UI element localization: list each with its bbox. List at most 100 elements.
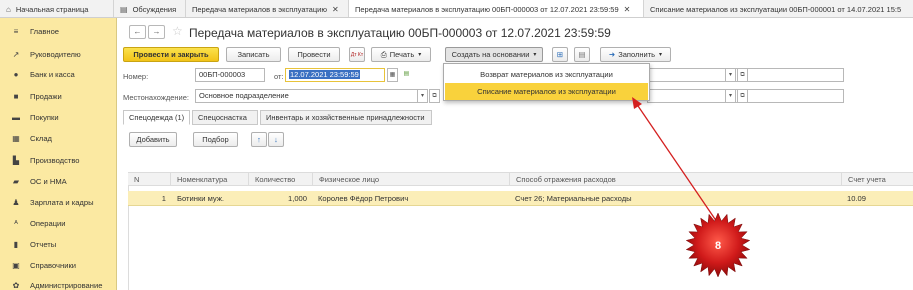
sidebar-item-label: Покупки — [30, 112, 59, 122]
create-based-on-button[interactable]: Создать на основании ▾ — [445, 47, 543, 62]
fill-icon: ➜ — [608, 50, 616, 59]
location-open-button[interactable]: ⧉ — [429, 89, 440, 103]
tab-write-off-document[interactable]: Списание материалов из эксплуатации 00БП… — [644, 0, 913, 17]
column-header-method[interactable]: Способ отражения расходов — [509, 173, 841, 186]
menu-item-return-materials[interactable]: Возврат материалов из эксплуатации — [445, 66, 648, 83]
bag-icon: ■ — [13, 91, 19, 101]
sidebar-item-label: Администрирование — [30, 280, 103, 290]
date-extra-button[interactable]: ▤ — [401, 68, 412, 82]
column-header-account[interactable]: Счет учета — [841, 173, 913, 186]
print-label: Печать — [389, 50, 415, 59]
sidebar-item-label: Руководителю — [30, 49, 81, 59]
create-based-on-label: Создать на основании — [451, 50, 530, 59]
tab-special-equipment[interactable]: Спецоснастка — [192, 110, 258, 125]
documents-button[interactable]: ▤ — [574, 47, 590, 62]
location-dropdown-button[interactable]: ▾ — [417, 89, 428, 103]
tab-label: Передача материалов в эксплуатацию — [192, 4, 327, 14]
calendar-button[interactable]: ▦ — [387, 68, 398, 82]
responsible-open-button[interactable]: ⧉ — [737, 89, 748, 103]
close-icon[interactable]: ✕ — [624, 5, 631, 14]
sidebar-item-label: Зарплата и кадры — [30, 197, 94, 207]
fill-button[interactable]: ➜ Заполнить ▾ — [600, 47, 671, 62]
column-header-qty[interactable]: Количество — [248, 173, 312, 186]
post-button[interactable]: Провести — [288, 47, 340, 62]
truck-icon: ▰ — [12, 176, 20, 186]
cell-n: 1 — [161, 194, 166, 203]
sidebar-item-purchases[interactable]: ▬ Покупки — [0, 109, 117, 125]
sidebar-item-main[interactable]: ≡ Главное — [0, 23, 117, 39]
sidebar-item-production[interactable]: ▙ Производство — [0, 152, 117, 168]
tab-home[interactable]: ⌂ Начальная страница — [0, 0, 114, 17]
sidebar-item-reports[interactable]: ▮ Отчеты — [0, 236, 117, 252]
column-header-n[interactable]: N — [128, 173, 170, 186]
book-icon: ▣ — [12, 260, 20, 270]
coin-icon: ● — [13, 69, 19, 79]
tab-label: Обсуждения — [132, 4, 177, 14]
table-body — [128, 172, 913, 290]
cart-icon: ▬ — [12, 112, 20, 122]
favorite-star-icon[interactable]: ☆ — [172, 24, 183, 38]
dt-kt-icon: Дт Кт — [350, 51, 364, 58]
sidebar-item-label: Операции — [30, 218, 66, 228]
sidebar-item-bank[interactable]: ● Банк и касса — [0, 66, 117, 82]
add-row-button[interactable]: Добавить — [129, 132, 177, 147]
tab-transfer-list[interactable]: Передача материалов в эксплуатацию ✕ — [186, 0, 349, 17]
number-field[interactable]: 00БП-000003 — [195, 68, 265, 82]
open-link-icon: ⧉ — [740, 72, 745, 78]
tab-transfer-document[interactable]: Передача материалов в эксплуатацию 00БП-… — [349, 0, 644, 17]
cell-account: 10.09 — [847, 194, 867, 203]
column-header-person[interactable]: Физическое лицо — [312, 173, 509, 186]
move-up-button[interactable]: ↑ — [251, 132, 267, 147]
sidebar-item-label: Банк и касса — [30, 69, 75, 79]
location-field[interactable]: Основное подразделение — [195, 89, 425, 103]
sidebar-item-admin[interactable]: ✿ Администрирование — [0, 277, 117, 290]
table-row[interactable]: 1 Ботинки муж. 1,000 Королев Фёдор Петро… — [128, 191, 913, 206]
number-label: Номер: — [123, 72, 149, 81]
green-table-icon: ▤ — [403, 71, 410, 77]
move-down-button[interactable]: ↓ — [268, 132, 284, 147]
pick-button[interactable]: Подбор — [193, 132, 238, 147]
print-button[interactable]: ⎙ Печать ▾ — [371, 47, 431, 62]
tab-label: Начальная страница — [15, 4, 89, 14]
tab-inventory[interactable]: Инвентарь и хозяйственные принадлежности — [260, 110, 432, 125]
factory-icon: ▙ — [12, 155, 20, 165]
responsible-dropdown-button[interactable]: ▾ — [725, 89, 736, 103]
date-field[interactable]: 12.07.2021 23:59:59 — [285, 68, 385, 82]
menu-item-write-off-materials[interactable]: Списание материалов из эксплуатации — [445, 83, 648, 100]
column-header-item[interactable]: Номенклатура — [170, 173, 248, 186]
sidebar-item-assets[interactable]: ▰ ОС и НМА — [0, 173, 117, 189]
organization-open-button[interactable]: ⧉ — [737, 68, 748, 82]
sidebar-item-label: Производство — [30, 155, 80, 165]
forward-button[interactable]: → — [148, 25, 165, 39]
sidebar-item-operations[interactable]: ᴬ Операции — [0, 215, 117, 231]
sidebar-item-catalogs[interactable]: ▣ Справочники — [0, 257, 117, 273]
chevron-down-icon: ▾ — [728, 72, 732, 78]
chevron-down-icon: ▾ — [728, 93, 732, 99]
sidebar-item-warehouse[interactable]: ▦ Склад — [0, 130, 117, 146]
close-icon[interactable]: ✕ — [332, 5, 339, 14]
chevron-down-icon: ▾ — [533, 52, 537, 58]
menu-lines-icon: ≡ — [13, 26, 19, 36]
post-and-close-button[interactable]: Провести и закрыть — [123, 47, 219, 62]
printer-icon: ⎙ — [380, 49, 387, 59]
chevron-down-icon: ▾ — [418, 52, 422, 58]
sidebar-item-label: Справочники — [30, 260, 77, 270]
back-button[interactable]: ← — [129, 25, 146, 39]
sidebar-item-label: ОС и НМА — [30, 176, 67, 186]
organization-dropdown-button[interactable]: ▾ — [725, 68, 736, 82]
dt-kt-button[interactable]: Дт Кт — [349, 47, 365, 62]
create-based-on-menu: Возврат материалов из эксплуатации Списа… — [443, 63, 650, 101]
tab-workwear[interactable]: Спецодежда (1) — [123, 110, 190, 125]
location-label: Местонахождение: — [123, 93, 189, 102]
structure-button[interactable]: ⊞ — [552, 47, 568, 62]
document-form: ← → ☆ Передача материалов в эксплуатацию… — [117, 18, 913, 290]
tab-discussions[interactable]: ▤ Обсуждения — [114, 0, 186, 17]
sidebar-item-manager[interactable]: ↗ Руководителю — [0, 46, 117, 62]
sidebar-item-salary[interactable]: ♟ Зарплата и кадры — [0, 194, 117, 210]
save-button[interactable]: Записать — [226, 47, 281, 62]
date-label: от: — [274, 72, 284, 81]
cell-item: Ботинки муж. — [177, 194, 225, 203]
home-icon: ⌂ — [6, 4, 11, 14]
cell-method: Счет 26; Материальные расходы — [515, 194, 632, 203]
sidebar-item-sales[interactable]: ■ Продажи — [0, 88, 117, 104]
